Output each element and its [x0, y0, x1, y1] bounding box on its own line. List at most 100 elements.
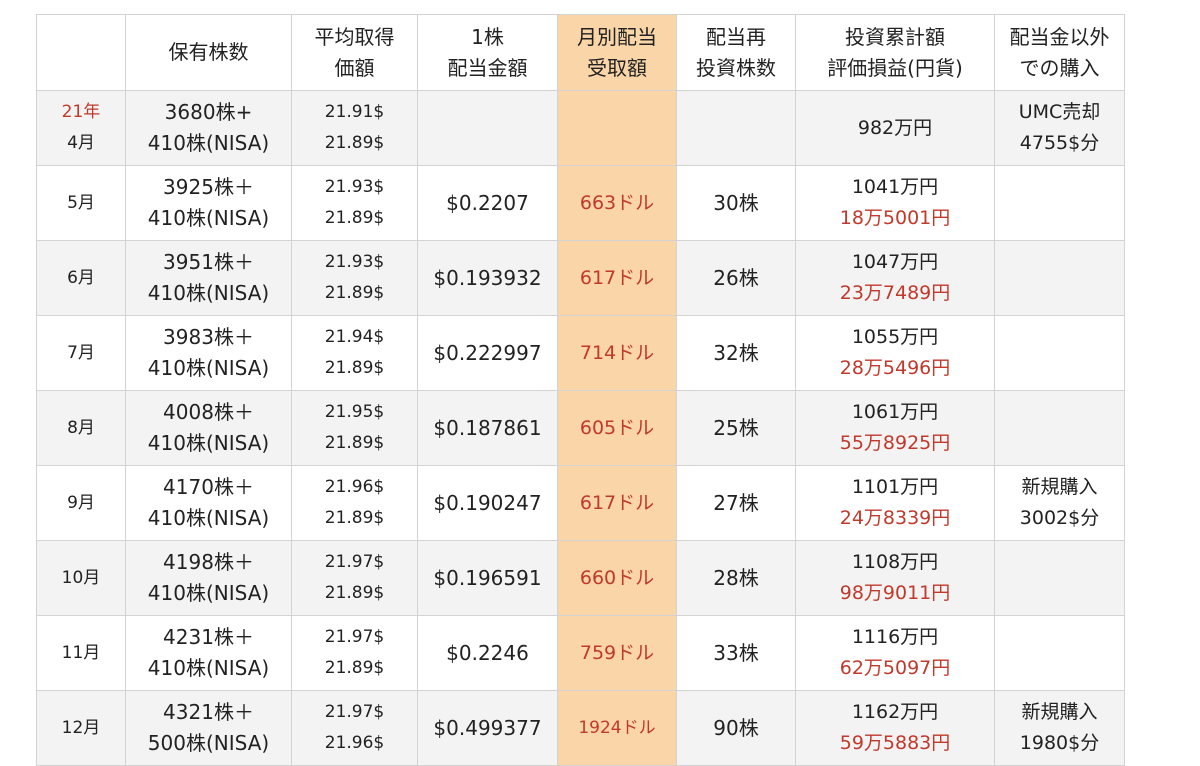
- reinvest-cell: 28株: [676, 540, 796, 616]
- holdings-cell: 3680株+ 410株(NISA): [125, 90, 292, 166]
- reinvest-cell: 90株: [676, 690, 796, 766]
- other-purchase-cell: 新規購入 3002$分: [994, 465, 1125, 541]
- investment-cell: 1162万円 59万5883円: [795, 690, 995, 766]
- other-purchase-cell: [994, 390, 1125, 466]
- received-cell: 663ドル: [557, 165, 677, 241]
- reinvest-cell: [676, 90, 796, 166]
- other-purchase-line: 新規購入: [1021, 476, 1098, 498]
- header-monthly-received: 月別配当 受取額: [557, 14, 677, 91]
- investment-cell: 1047万円 23万7489円: [795, 240, 995, 316]
- dividend-cell: $0.196591: [417, 540, 558, 616]
- dividend-cell: $0.187861: [417, 390, 558, 466]
- avg-cost-line: 21.93$: [324, 177, 385, 197]
- month-label: 11月: [61, 642, 101, 663]
- investment-line: 55万8925円: [839, 432, 951, 454]
- received-cell: 617ドル: [557, 240, 677, 316]
- holdings-line: 410株(NISA): [147, 656, 270, 680]
- header-invest-line1: 投資累計額: [845, 24, 945, 49]
- other-purchase-cell: UMC売却 4755$分: [994, 90, 1125, 166]
- table-row: 11月 4231株＋ 410株(NISA) 21.97$ 21.89$ $0.2246 75…: [36, 615, 1125, 691]
- header-other-line2: での購入: [1019, 55, 1100, 80]
- holdings-line: 410株(NISA): [147, 431, 270, 455]
- holdings-line: 4170株＋: [163, 475, 254, 499]
- investment-line: 1041万円: [851, 176, 939, 198]
- avg-cost-line: 21.89$: [324, 508, 385, 528]
- investment-cell: 1061万円 55万8925円: [795, 390, 995, 466]
- table-row: 10月 4198株＋ 410株(NISA) 21.97$ 21.89$ $0.196591…: [36, 540, 1125, 616]
- avg-cost-line: 21.89$: [324, 283, 385, 303]
- avg-cost-line: 21.89$: [324, 358, 385, 378]
- header-dividend-per-share: 1株 配当金額: [417, 14, 558, 91]
- header-other-purchase: 配当金以外 での購入: [994, 14, 1125, 91]
- header-reinvest-shares: 配当再 投資株数: [676, 14, 796, 91]
- header-reinvest-line2: 投資株数: [696, 55, 776, 80]
- received-cell: [557, 90, 677, 166]
- holdings-line: 3925株＋: [163, 175, 254, 199]
- header-holdings: 保有株数: [125, 14, 292, 91]
- investment-line: 59万5883円: [839, 732, 951, 754]
- month-cell: 9月: [36, 465, 126, 541]
- holdings-cell: 4231株＋ 410株(NISA): [125, 615, 292, 691]
- month-cell: 5月: [36, 165, 126, 241]
- other-purchase-cell: [994, 615, 1125, 691]
- header-other-line1: 配当金以外: [1009, 24, 1110, 49]
- investment-cell: 1055万円 28万5496円: [795, 315, 995, 391]
- received-cell: 660ドル: [557, 540, 677, 616]
- holdings-line: 4321株＋: [163, 700, 254, 724]
- table-row: 7月 3983株＋ 410株(NISA) 21.94$ 21.89$ $0.222997 7…: [36, 315, 1125, 391]
- table-row: 9月 4170株＋ 410株(NISA) 21.96$ 21.89$ $0.190247 6…: [36, 465, 1125, 541]
- header-dividend-line2: 配当金額: [447, 55, 528, 80]
- holdings-line: 410株(NISA): [147, 206, 270, 230]
- dividend-cell: $0.190247: [417, 465, 558, 541]
- avg-cost-line: 21.89$: [324, 133, 385, 153]
- avg-cost-cell: 21.91$ 21.89$: [291, 90, 418, 166]
- holdings-line: 410株(NISA): [147, 581, 270, 605]
- holdings-line: 4231株＋: [163, 625, 254, 649]
- holdings-cell: 4170株＋ 410株(NISA): [125, 465, 292, 541]
- other-purchase-cell: [994, 315, 1125, 391]
- avg-cost-cell: 21.94$ 21.89$: [291, 315, 418, 391]
- avg-cost-cell: 21.95$ 21.89$: [291, 390, 418, 466]
- holdings-cell: 4321株＋ 500株(NISA): [125, 690, 292, 766]
- avg-cost-line: 21.89$: [324, 208, 385, 228]
- header-corner: [36, 14, 126, 91]
- investment-line: 1162万円: [851, 701, 939, 723]
- month-label: 10月: [61, 567, 101, 588]
- reinvest-cell: 32株: [676, 315, 796, 391]
- month-label: 7月: [67, 342, 95, 363]
- investment-cell: 1101万円 24万8339円: [795, 465, 995, 541]
- header-reinvest-line1: 配当再: [706, 24, 766, 49]
- table-body: 21年 4月 3680株+ 410株(NISA) 21.91$ 21.89$ 982万円 UM…: [36, 90, 1125, 766]
- reinvest-cell: 26株: [676, 240, 796, 316]
- investment-line: 18万5001円: [839, 207, 951, 229]
- received-cell: 617ドル: [557, 465, 677, 541]
- dividend-cell: [417, 90, 558, 166]
- reinvest-cell: 25株: [676, 390, 796, 466]
- avg-cost-cell: 21.93$ 21.89$: [291, 240, 418, 316]
- dividend-cell: $0.222997: [417, 315, 558, 391]
- avg-cost-cell: 21.97$ 21.96$: [291, 690, 418, 766]
- investment-line: 1055万円: [851, 326, 939, 348]
- avg-cost-cell: 21.96$ 21.89$: [291, 465, 418, 541]
- other-purchase-line: 4755$分: [1019, 132, 1100, 154]
- investment-line: 1047万円: [851, 251, 939, 273]
- holdings-cell: 3983株＋ 410株(NISA): [125, 315, 292, 391]
- investment-cell: 1041万円 18万5001円: [795, 165, 995, 241]
- header-avg-cost-line2: 価額: [334, 55, 375, 80]
- avg-cost-cell: 21.97$ 21.89$: [291, 615, 418, 691]
- holdings-line: 4008株＋: [163, 400, 254, 424]
- investment-cell: 982万円: [795, 90, 995, 166]
- table-row: 6月 3951株＋ 410株(NISA) 21.93$ 21.89$ $0.193932 6…: [36, 240, 1125, 316]
- header-invest-line2: 評価損益(円貨): [827, 55, 963, 80]
- received-cell: 759ドル: [557, 615, 677, 691]
- investment-cell: 1116万円 62万5097円: [795, 615, 995, 691]
- holdings-line: 3983株＋: [163, 325, 254, 349]
- avg-cost-line: 21.95$: [324, 402, 385, 422]
- header-holdings-label: 保有株数: [168, 40, 249, 64]
- avg-cost-line: 21.97$: [324, 702, 385, 722]
- header-row: 保有株数 平均取得 価額 1株 配当金額 月別配当 受取額 配当再 投資株数 投…: [36, 14, 1125, 91]
- dividend-cell: $0.2207: [417, 165, 558, 241]
- investment-line: 982万円: [857, 116, 933, 139]
- holdings-line: 410株(NISA): [147, 356, 270, 380]
- month-cell: 8月: [36, 390, 126, 466]
